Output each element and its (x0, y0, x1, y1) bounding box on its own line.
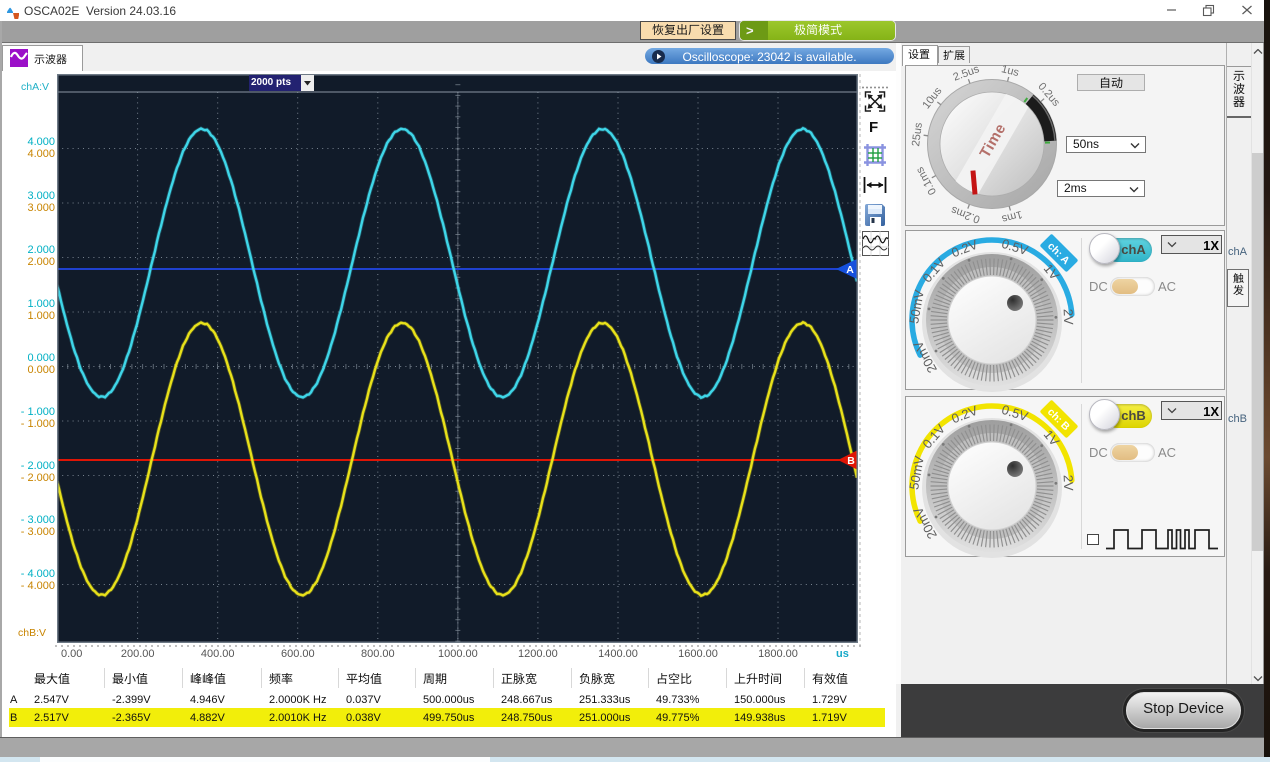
svg-text:2V: 2V (1061, 474, 1077, 491)
svg-text:1us: 1us (1000, 63, 1021, 79)
svg-text:2V: 2V (1061, 308, 1077, 325)
svg-text:2.5us: 2.5us (952, 63, 982, 84)
svg-text:25us: 25us (910, 121, 925, 147)
svg-text:B: B (847, 455, 855, 467)
svg-text:1ms: 1ms (1000, 208, 1024, 225)
svg-text:A: A (846, 264, 854, 276)
